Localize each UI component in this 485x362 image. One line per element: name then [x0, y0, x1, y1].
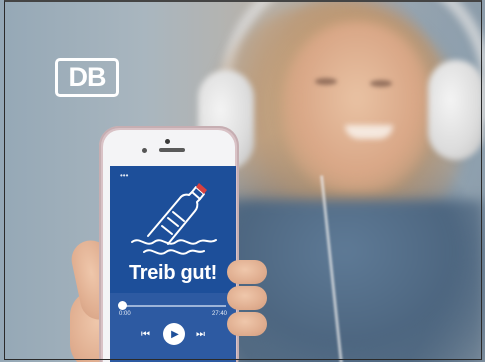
finger-3 [227, 312, 267, 336]
right-headphone [428, 60, 484, 160]
total-duration: 27:40 [211, 311, 227, 317]
earpiece-speaker [159, 148, 185, 152]
left-eye [315, 78, 337, 85]
photo-scene: DB ••• Treib gut! 0:00 27:40 ⏮ ▶ ⏭ [0, 0, 485, 362]
db-logo: DB [55, 58, 119, 97]
front-camera [165, 139, 170, 144]
skip-back-icon[interactable]: ⏮ [141, 329, 150, 340]
smartphone: ••• Treib gut! 0:00 27:40 ⏮ ▶ ⏭ [99, 126, 239, 362]
phone-face: ••• Treib gut! 0:00 27:40 ⏮ ▶ ⏭ [103, 130, 236, 362]
podcast-screen: ••• Treib gut! 0:00 27:40 ⏮ ▶ ⏭ [110, 166, 236, 362]
finger-1 [227, 260, 267, 284]
progress-knob[interactable] [118, 301, 128, 310]
sensor [142, 148, 147, 153]
message-in-bottle-icon [131, 183, 217, 255]
skip-forward-icon[interactable]: ⏭ [196, 329, 205, 340]
play-button[interactable]: ▶ [163, 323, 185, 345]
podcast-title: Treib gut! [128, 262, 218, 284]
progress-track[interactable] [120, 305, 226, 307]
finger-2 [227, 286, 267, 310]
right-eye [370, 80, 392, 87]
elapsed-time: 0:00 [119, 311, 131, 317]
play-icon: ▶ [171, 328, 179, 340]
player-controls: 0:00 27:40 ⏮ ▶ ⏭ [110, 293, 236, 362]
logo-text: DB [68, 62, 107, 92]
woman-face [282, 22, 432, 192]
smile [345, 125, 393, 139]
